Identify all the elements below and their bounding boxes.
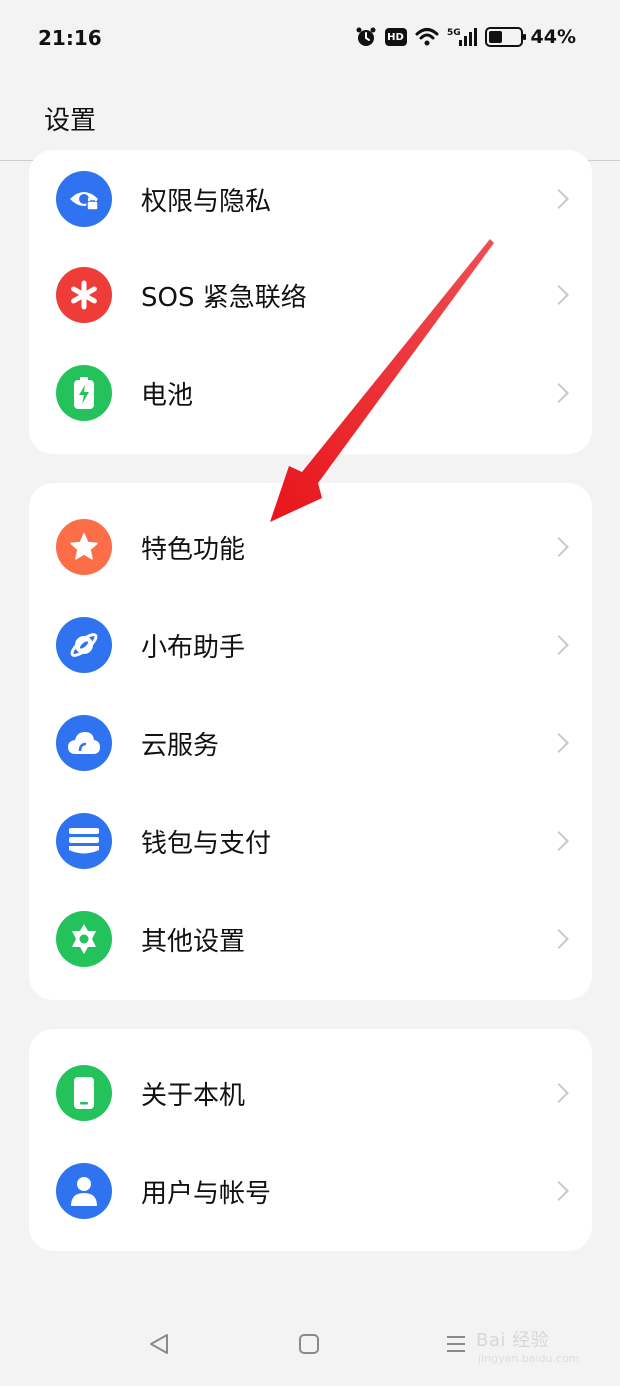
row-battery-label: 电池: [141, 380, 194, 411]
alarm-icon: [355, 26, 377, 48]
chevron-right-icon: [549, 285, 569, 305]
row-other-settings-label: 其他设置: [141, 926, 246, 957]
hd-icon: HD: [384, 28, 407, 46]
row-wallet-label: 钱包与支付: [141, 828, 272, 859]
status-icons: HD 5G 44%: [355, 26, 576, 48]
chevron-right-icon: [549, 189, 569, 209]
wallet-icon: [56, 813, 112, 869]
settings-group-2: 特色功能 小布助手 云服务 钱包与支付 其他设置: [29, 483, 592, 1000]
row-privacy[interactable]: 权限与隐私: [29, 150, 592, 248]
row-features[interactable]: 特色功能: [29, 498, 592, 596]
row-privacy-label: 权限与隐私: [141, 186, 272, 217]
chevron-right-icon: [549, 929, 569, 949]
row-sos-label: SOS 紧急联络: [141, 282, 307, 313]
chevron-right-icon: [549, 635, 569, 655]
battery-icon: [56, 365, 112, 421]
row-about-phone[interactable]: 关于本机: [29, 1044, 592, 1142]
phone-icon: [56, 1065, 112, 1121]
chevron-right-icon: [549, 537, 569, 557]
battery-percent: 44%: [530, 26, 576, 48]
cloud-icon: [56, 715, 112, 771]
star-icon: [56, 519, 112, 575]
row-features-label: 特色功能: [141, 534, 246, 565]
row-assistant-label: 小布助手: [141, 632, 246, 663]
chevron-right-icon: [549, 1083, 569, 1103]
chevron-right-icon: [549, 733, 569, 753]
gear-icon: [56, 911, 112, 967]
wifi-icon: [415, 27, 439, 47]
battery-fill: [488, 31, 502, 43]
row-sos[interactable]: SOS 紧急联络: [29, 246, 592, 344]
row-wallet[interactable]: 钱包与支付: [29, 792, 592, 890]
back-triangle-icon: [150, 1334, 168, 1354]
chevron-right-icon: [549, 383, 569, 403]
signal-icon: 5G: [447, 26, 477, 48]
watermark-url: jingyan.baidu.com: [478, 1352, 580, 1365]
recents-button[interactable]: [442, 1330, 470, 1358]
watermark: Bai 经验: [476, 1330, 550, 1351]
network-type-label: 5G: [447, 28, 461, 38]
row-about-phone-label: 关于本机: [141, 1080, 246, 1111]
assistant-icon: [56, 617, 112, 673]
settings-group-3: 关于本机 用户与帐号: [29, 1029, 592, 1251]
chevron-right-icon: [549, 1181, 569, 1201]
row-user-account[interactable]: 用户与帐号: [29, 1142, 592, 1240]
battery-status-icon: [484, 27, 526, 47]
user-icon: [56, 1163, 112, 1219]
row-cloud[interactable]: 云服务: [29, 694, 592, 792]
row-assistant[interactable]: 小布助手: [29, 596, 592, 694]
settings-group-1: 权限与隐私 SOS 紧急联络 电池: [29, 150, 592, 454]
home-square-icon: [299, 1334, 319, 1354]
menu-lines-icon: [447, 1336, 465, 1352]
home-button[interactable]: [295, 1330, 323, 1358]
status-bar: 21:16 HD 5G 44%: [0, 0, 620, 76]
row-user-account-label: 用户与帐号: [141, 1178, 272, 1209]
row-other-settings[interactable]: 其他设置: [29, 890, 592, 988]
page-title: 设置: [44, 106, 97, 136]
row-cloud-label: 云服务: [141, 730, 220, 761]
back-button[interactable]: [145, 1330, 173, 1358]
sos-icon: [56, 267, 112, 323]
chevron-right-icon: [549, 831, 569, 851]
row-battery[interactable]: 电池: [29, 344, 592, 442]
status-time: 21:16: [38, 26, 102, 50]
privacy-icon: [56, 171, 112, 227]
